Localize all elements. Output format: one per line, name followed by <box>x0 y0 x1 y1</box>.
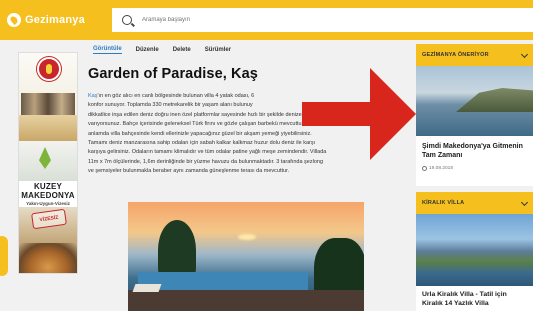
red-arrow-icon <box>302 68 416 160</box>
recommended-title[interactable]: Şimdi Makedonya'ya Gitmenin Tam Zamanı <box>416 136 533 160</box>
article-tabs: Görüntüle Düzenle Delete Sürümler <box>86 40 408 58</box>
ad-title: KUZEY MAKEDONYA <box>21 182 75 200</box>
search-bar[interactable] <box>112 8 533 32</box>
clock-icon <box>422 166 427 171</box>
villa-rental-header[interactable]: KİRALIK VİLLA <box>416 192 533 214</box>
villa-photo[interactable] <box>128 202 364 311</box>
ad-stamp-text: VİZESİZ <box>39 214 59 224</box>
ad-subtitle: Yakın-Uygun-Vizesiz <box>26 201 70 206</box>
logo-text: Gezimanya <box>25 14 85 26</box>
edge-yellow-mark <box>0 236 8 276</box>
map-pin-icon <box>7 13 21 27</box>
recommended-heading: GEZİMANYA ÖNERİYOR <box>422 52 489 58</box>
right-sidebar: GEZİMANYA ÖNERİYOR Şimdi Makedonya'ya Gi… <box>416 40 533 311</box>
top-bar: Gezimanya <box>0 0 533 40</box>
ad-dish-image <box>19 243 77 273</box>
tab-edit[interactable]: Düzenle <box>136 47 159 53</box>
chevron-down-icon[interactable] <box>520 50 529 58</box>
ad-photo-top <box>19 53 77 141</box>
post-date-text: 19.08.2018 <box>429 166 454 171</box>
pool <box>138 272 308 292</box>
ad-people-image <box>21 93 75 115</box>
article-line: ve şemsiyeler bulunmakla beraber aynı za… <box>88 168 290 175</box>
villa-rental-title[interactable]: Urla Kiralık Villa - Tatil için Kiralık … <box>416 286 533 308</box>
chevron-down-icon[interactable] <box>520 198 529 206</box>
ad-photo-food: VİZESİZ <box>19 207 77 243</box>
deck <box>128 290 364 311</box>
left-banner-ad[interactable]: KUZEY MAKEDONYA Yakın-Uygun-Vizesiz VİZE… <box>18 52 78 274</box>
ad-photo-mid <box>19 141 77 181</box>
palm-tree <box>158 220 196 280</box>
recommended-header[interactable]: GEZİMANYA ÖNERİYOR <box>416 44 533 66</box>
site-logo[interactable]: Gezimanya <box>0 0 108 40</box>
search-icon[interactable] <box>122 15 132 25</box>
villa-rental-card[interactable]: KİRALIK VİLLA Urla Kiralık Villa - Tatil… <box>416 192 533 311</box>
ad-stamp: VİZESİZ <box>31 208 67 230</box>
bay-photo[interactable] <box>416 214 533 286</box>
tab-revisions[interactable]: Sürümler <box>205 47 231 53</box>
tab-delete[interactable]: Delete <box>173 47 191 53</box>
ad-ground-image <box>19 115 77 141</box>
ad-seal-logo <box>37 57 61 81</box>
recommended-card[interactable]: GEZİMANYA ÖNERİYOR Şimdi Makedonya'ya Gi… <box>416 44 533 186</box>
lake-photo[interactable] <box>416 66 533 136</box>
sun-lounger <box>132 284 162 292</box>
ad-kite-image <box>39 147 51 169</box>
sunset <box>238 234 256 240</box>
post-date: 19.08.2018 <box>416 160 533 171</box>
villa-rental-heading: KİRALIK VİLLA <box>422 200 465 206</box>
tab-view[interactable]: Görüntüle <box>93 46 122 54</box>
search-input[interactable] <box>142 17 522 23</box>
ad-title-block: KUZEY MAKEDONYA Yakın-Uygun-Vizesiz <box>19 181 77 207</box>
